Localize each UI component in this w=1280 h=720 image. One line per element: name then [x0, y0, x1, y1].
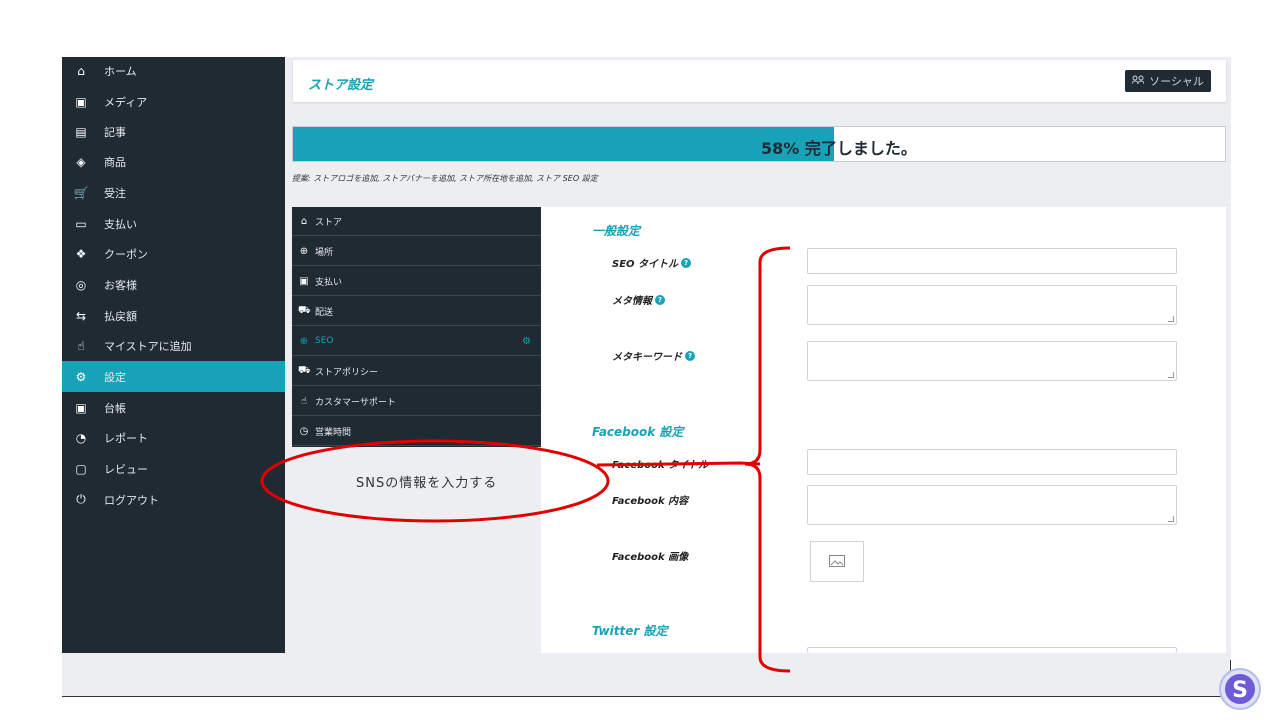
annotation-pointer	[596, 461, 761, 467]
annotation-overlay	[260, 246, 791, 673]
annotation-text: SNSの情報を入力する	[356, 476, 498, 491]
brand-logo: S	[1216, 667, 1264, 711]
annotation-brace	[744, 246, 791, 673]
screen: ⌂ ホーム ▣ メディア ▤ 記事 ◈ 商品 🛒 受注 ▭ 支払い ❖ クーポン ◎ お客様 ⇆ 払戻額 ☝ マイスト…	[0, 0, 1280, 720]
svg-text:S: S	[1232, 678, 1248, 703]
